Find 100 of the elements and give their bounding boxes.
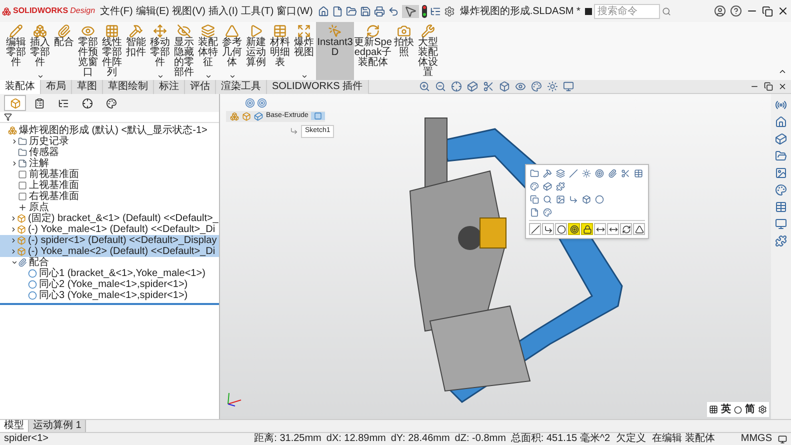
tree-item[interactable]: (-) spider<1> (Default) <<Default>_Display (0, 235, 219, 246)
task-pane-icon[interactable] (775, 99, 787, 111)
sketch-icon[interactable] (314, 112, 322, 120)
tree-item[interactable]: 同心3 (Yoke_male<1>,spider<1>) (0, 290, 219, 301)
ribbon-button[interactable]: Instant3D (316, 22, 354, 80)
menu-item[interactable]: 窗口(W) (276, 4, 313, 18)
target-icon[interactable] (245, 98, 255, 108)
menu-item[interactable]: 插入(I) (208, 4, 238, 18)
toolbar-button[interactable] (529, 194, 540, 205)
tree-item[interactable]: 历史记录 (0, 136, 219, 147)
ribbon-button[interactable]: 参考几何体 (220, 22, 244, 80)
menu-item[interactable]: 编辑(E) (136, 4, 170, 18)
tree-item[interactable]: (-) Yoke_male<1> (Default) <<Default>_Di (0, 224, 219, 235)
task-pane-icon[interactable] (775, 133, 787, 145)
task-pane-icon[interactable] (775, 184, 787, 196)
toolbar-button[interactable] (594, 194, 605, 205)
toolbar-button[interactable] (542, 181, 553, 192)
close-icon[interactable] (777, 5, 789, 17)
view-tool-icon[interactable] (434, 81, 446, 92)
ribbon-button[interactable]: 大型装配体设置 (416, 22, 440, 80)
toolbar-button[interactable] (555, 194, 566, 205)
command-tab[interactable]: 布局 (41, 80, 72, 94)
view-tool-icon[interactable] (466, 81, 478, 92)
ribbon-button[interactable]: 移动零部件 (148, 22, 172, 80)
collapse-ribbon-icon[interactable] (778, 67, 787, 76)
ribbon-button[interactable]: 新建运动算例 (244, 22, 268, 80)
tree-item[interactable]: 配合 (0, 257, 219, 268)
list-icon[interactable] (430, 6, 441, 16)
tree-item[interactable]: 传感器 (0, 147, 219, 158)
close-icon[interactable] (778, 82, 787, 91)
tree-item[interactable]: (-) Yoke_male<2> (Default) <<Default>_Di (0, 246, 219, 257)
mate-button[interactable] (594, 223, 606, 235)
tree-item[interactable]: 注解 (0, 158, 219, 169)
new-file-icon[interactable] (332, 6, 343, 16)
view-tool-icon[interactable] (498, 81, 510, 92)
toolbar-button[interactable] (633, 168, 644, 179)
mate-button[interactable] (568, 223, 580, 235)
user-icon[interactable] (714, 5, 726, 17)
tree-item[interactable]: (固定) bracket_&<1> (Default) <<Default>_ (0, 213, 219, 224)
ribbon-button[interactable]: 智能扣件 (124, 22, 148, 80)
view-tool-icon[interactable] (530, 81, 542, 92)
select-tool-button[interactable] (402, 4, 419, 18)
save-icon[interactable] (360, 6, 371, 16)
ribbon-button[interactable]: 线性零部件阵列 (100, 22, 124, 80)
bottom-tab[interactable]: 运动算例 1 (29, 420, 86, 432)
toolbar-button[interactable] (581, 194, 592, 205)
view-tool-icon[interactable] (418, 81, 430, 92)
toolbar-button[interactable] (529, 181, 540, 192)
ribbon-button[interactable]: 材料明细表 (268, 22, 292, 80)
display-icon[interactable] (778, 434, 787, 444)
view-tool-icon[interactable] (514, 81, 526, 92)
filter-icon[interactable] (4, 113, 12, 121)
view-tool-icon[interactable] (562, 81, 574, 92)
caret-icon[interactable] (36, 73, 44, 80)
toolbar-button[interactable] (581, 168, 592, 179)
units-selector[interactable]: MMGS (740, 433, 772, 445)
part-icon[interactable] (254, 112, 263, 121)
toolbar-button[interactable] (542, 207, 553, 218)
traffic-light-icon[interactable] (422, 4, 427, 18)
expand-icon[interactable] (10, 138, 18, 145)
toolbar-button[interactable] (555, 181, 566, 192)
command-tab[interactable]: 渲染工具 (216, 80, 267, 94)
restore-icon[interactable] (762, 6, 773, 16)
toolbar-button[interactable] (542, 194, 553, 205)
mate-button[interactable] (555, 223, 567, 235)
task-pane-icon[interactable] (775, 167, 787, 179)
bottom-tab[interactable]: 模型 (0, 420, 29, 432)
grid-icon[interactable] (709, 405, 718, 414)
tree-item[interactable]: 原点 (0, 202, 219, 213)
caret-icon[interactable] (204, 73, 212, 80)
command-tab[interactable]: 标注 (154, 80, 185, 94)
tree-item[interactable]: 前视基准面 (0, 169, 219, 180)
tree-item[interactable]: 同心1 (bracket_&<1>,Yoke_male<1>) (0, 268, 219, 279)
task-pane-icon[interactable] (775, 201, 787, 213)
mate-button[interactable] (633, 223, 645, 235)
view-tool-icon[interactable] (450, 81, 462, 92)
caret-icon[interactable] (300, 73, 308, 80)
toolbar-button[interactable] (529, 207, 540, 218)
command-tab[interactable]: SOLIDWORKS 插件 (267, 80, 369, 94)
tree-item[interactable]: 爆炸视图的形成 (默认) <默认_显示状态-1> (0, 125, 219, 136)
ribbon-button[interactable]: 更新Speedpak子装配体 (354, 22, 392, 80)
ribbon-button[interactable]: 编辑零部件 (4, 22, 28, 80)
tree-item[interactable]: 右视基准面 (0, 191, 219, 202)
command-tab[interactable]: 装配体 (0, 80, 41, 94)
caret-icon[interactable] (228, 73, 236, 80)
mate-button[interactable] (529, 223, 541, 235)
open-folder-icon[interactable] (346, 6, 357, 16)
caret-icon[interactable] (156, 73, 164, 80)
toolbar-button[interactable] (568, 194, 579, 205)
ribbon-button[interactable]: 配合 (52, 22, 76, 80)
task-pane-icon[interactable] (775, 116, 787, 128)
menu-item[interactable]: 视图(V) (172, 4, 206, 18)
task-pane-icon[interactable] (775, 235, 787, 247)
view-tool-icon[interactable] (482, 81, 494, 92)
settings-icon[interactable] (758, 405, 767, 414)
toolbar-button[interactable] (529, 168, 540, 179)
toolbar-button[interactable] (594, 168, 605, 179)
language-toggle[interactable]: 英 (721, 402, 731, 417)
search-field[interactable]: 搜索命令 (594, 4, 660, 18)
help-icon[interactable] (730, 5, 742, 17)
